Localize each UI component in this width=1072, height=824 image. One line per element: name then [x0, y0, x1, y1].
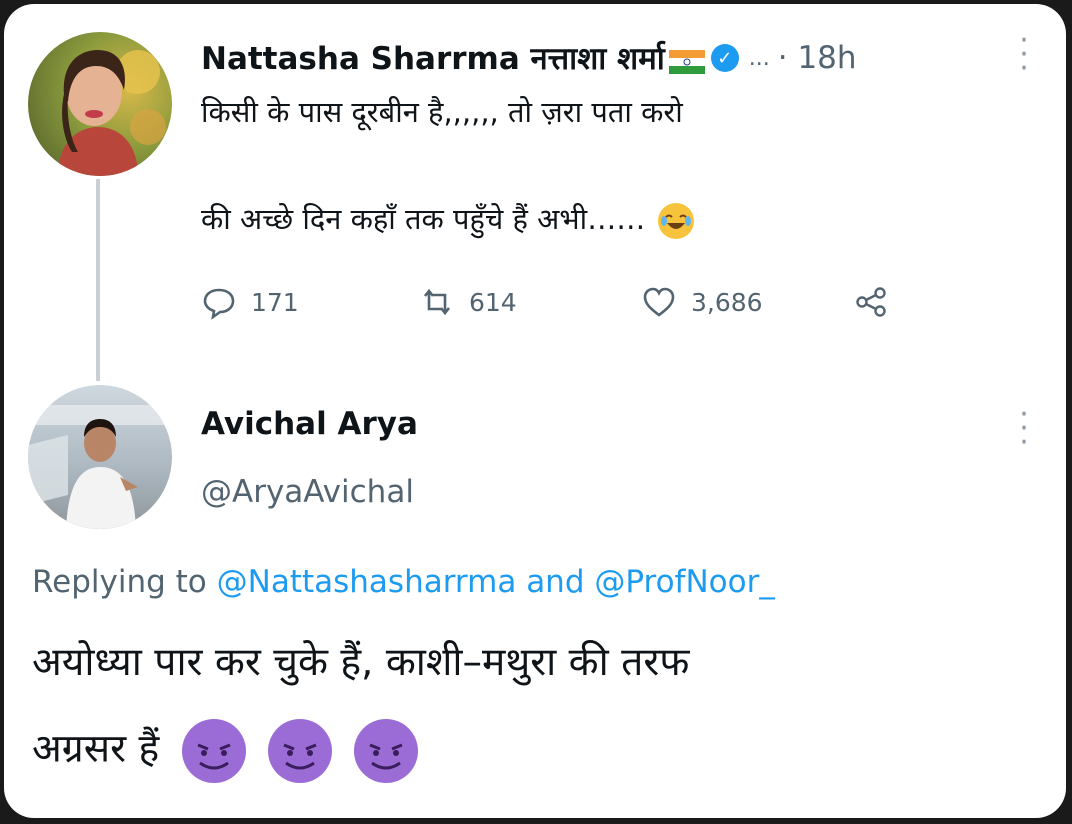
- avatar-avichal[interactable]: [28, 385, 172, 529]
- more-icon[interactable]: · · ·: [1014, 26, 1034, 84]
- avatar-nattasha[interactable]: [28, 32, 172, 176]
- smiling-devil-emoji-icon: [354, 719, 419, 783]
- avatar-portrait-image: [28, 405, 172, 529]
- smiling-devil-emoji-icon: [268, 719, 333, 783]
- reply-author-name[interactable]: Avichal Arya: [201, 406, 418, 442]
- thread-connector-line: [96, 179, 100, 381]
- verified-icon: ✓: [710, 44, 739, 72]
- reply-action[interactable]: 171: [201, 280, 299, 324]
- retweet-icon: [423, 288, 451, 316]
- like-count: 3,686: [691, 287, 763, 317]
- like-icon: [643, 287, 675, 317]
- mention-link-nattasha[interactable]: @Nattashasharrma: [217, 564, 517, 600]
- reply-count: 171: [251, 287, 299, 317]
- share-icon: [856, 287, 886, 317]
- avatar-portrait-image: [58, 50, 166, 176]
- reply-text-line1: अयोध्या पार कर चुके हैं, काशी–मथुरा की त…: [32, 640, 690, 685]
- tweet-card: Nattasha Sharrma नत्ताशा शर्मा ✓ ... · 1…: [4, 4, 1066, 818]
- smiling-devil-emoji-icon: [181, 719, 246, 783]
- like-action[interactable]: 3,686: [641, 280, 763, 324]
- flag-india-icon: [668, 46, 705, 74]
- truncation-dots: ...: [748, 45, 770, 71]
- laughing-emoji-icon: [658, 203, 695, 239]
- tweet-timestamp[interactable]: · 18h: [778, 40, 857, 76]
- reply-author-handle[interactable]: @AryaAvichal: [201, 474, 414, 510]
- retweet-action[interactable]: 614: [419, 280, 517, 324]
- mention-link-profnoor[interactable]: @ProfNoor_: [594, 564, 774, 600]
- retweet-count: 614: [469, 287, 517, 317]
- reply-text-line2-content: अग्रसर हैं: [32, 726, 160, 772]
- reply-icon: [203, 288, 235, 320]
- more-icon[interactable]: · · ·: [1014, 400, 1034, 458]
- replying-to-line: Replying to @Nattashasharrma and @ProfNo…: [32, 564, 775, 600]
- share-action[interactable]: [853, 280, 903, 324]
- tweet-text-line1: किसी के पास दूरबीन है,,,,,, तो ज़रा पता …: [201, 95, 683, 129]
- tweet-actions: 171 614 3,686: [201, 280, 921, 324]
- replying-prefix: Replying to: [32, 564, 207, 600]
- tweet-text-line2-content: की अच्छे दिन कहाँ तक पहुँचे हैं अभी……: [201, 202, 646, 236]
- author-name[interactable]: Nattasha Sharrma नत्ताशा शर्मा: [201, 37, 665, 79]
- tweet-header: Nattasha Sharrma नत्ताशा शर्मा ✓ ... · 1…: [201, 34, 857, 82]
- reply-text-line2: अग्रसर हैं: [32, 719, 419, 783]
- tweet-text-line2: की अच्छे दिन कहाँ तक पहुँचे हैं अभी……: [201, 199, 695, 239]
- replying-and: and: [526, 564, 585, 600]
